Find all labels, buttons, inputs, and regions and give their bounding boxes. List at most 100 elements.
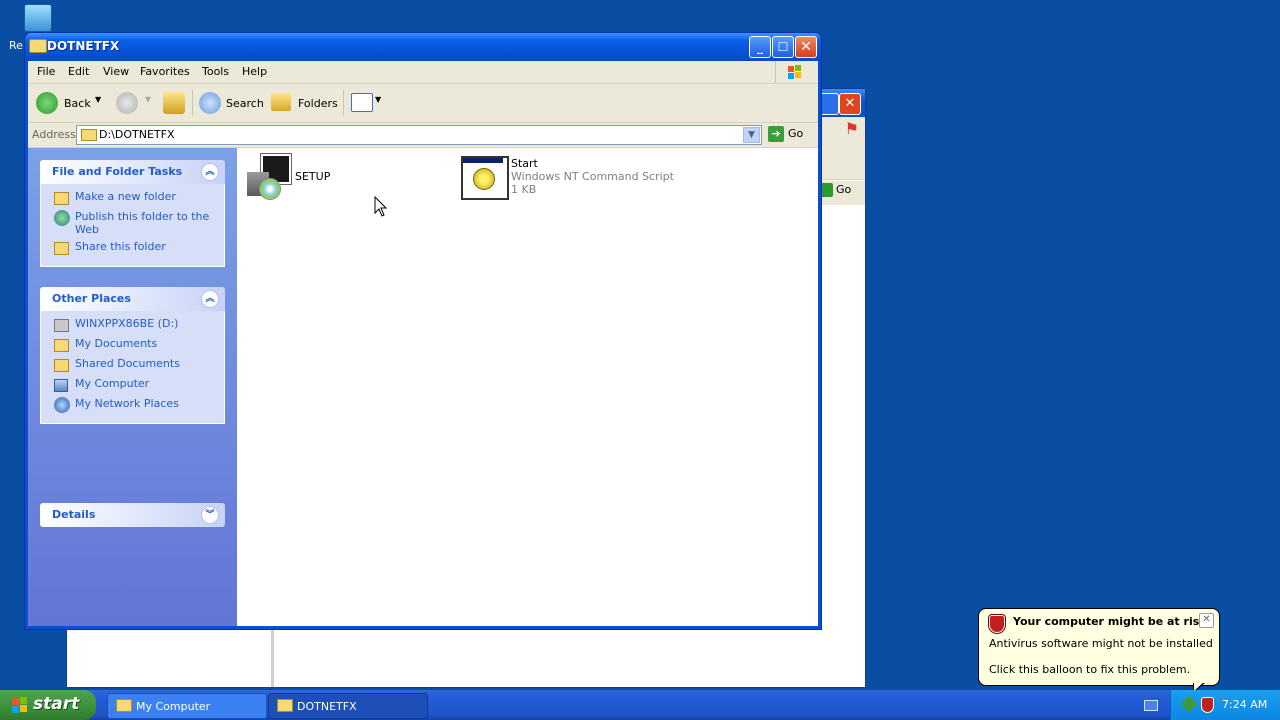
task-publish-web[interactable]: Publish this folder to the Web	[41, 210, 224, 240]
folder-icon	[29, 39, 47, 53]
drive-icon	[54, 319, 69, 332]
address-value: D:\DOTNETFX	[99, 128, 175, 141]
menu-edit[interactable]: Edit	[68, 65, 89, 78]
place-my-documents[interactable]: My Documents	[41, 337, 224, 357]
close-icon[interactable]: ✕	[1199, 613, 1214, 628]
details-panel: Details ︾	[40, 503, 225, 527]
minimize-button[interactable]: _	[749, 36, 771, 58]
window-body: File Edit View Favorites Tools Help Back…	[28, 61, 818, 626]
keyboard-icon[interactable]	[1144, 700, 1158, 711]
up-folder-icon[interactable]	[163, 92, 185, 114]
panel-header[interactable]: Details ︾	[40, 503, 225, 527]
place-label: WINXPPX86BE (D:)	[75, 317, 179, 330]
chevron-down-icon[interactable]: ▼	[743, 127, 760, 143]
file-size: 1 KB	[511, 183, 537, 196]
balloon-message: Antivirus software might not be installe…	[989, 637, 1213, 650]
collapse-icon[interactable]: ︽	[201, 163, 219, 181]
place-label: My Documents	[75, 337, 158, 350]
command-script-icon	[459, 154, 509, 202]
security-balloon[interactable]: Your computer might be at risk ✕ Antivir…	[978, 608, 1220, 686]
search-icon[interactable]	[199, 92, 221, 114]
forward-arrow-icon[interactable]	[116, 92, 138, 114]
recycle-bin-icon	[24, 4, 52, 32]
views-dropdown-icon[interactable]: ▼	[375, 95, 381, 104]
place-label: My Computer	[75, 377, 150, 390]
task-label: Make a new folder	[75, 190, 176, 203]
folders-button[interactable]: Folders	[298, 97, 338, 110]
security-shield-icon	[989, 615, 1005, 633]
task-pane: File and Folder Tasks ︽ Make a new folde…	[28, 148, 237, 626]
file-folder-tasks-panel: File and Folder Tasks ︽ Make a new folde…	[40, 160, 225, 267]
panel-title: File and Folder Tasks	[52, 165, 183, 178]
task-label: Publish this folder to the Web	[75, 210, 210, 236]
expand-icon[interactable]: ︾	[201, 506, 219, 524]
address-input[interactable]: D:\DOTNETFX ▼	[76, 125, 762, 145]
balloon-title: Your computer might be at risk	[1013, 615, 1207, 628]
panel-header[interactable]: File and Folder Tasks ︽	[40, 160, 225, 184]
window-titlebar[interactable]: DOTNETFX _ ☐ ✕	[25, 33, 821, 61]
panel-body: WINXPPX86BE (D:) My Documents Shared Doc…	[40, 311, 225, 424]
background-go-button[interactable]: Go	[819, 183, 851, 197]
window-title: DOTNETFX	[47, 39, 120, 53]
taskbar-clock[interactable]: 7:24 AM	[1222, 698, 1267, 711]
place-network-places[interactable]: My Network Places	[41, 397, 224, 417]
toolbar: Back ▼ ▼ Search Folders ▼	[28, 84, 818, 123]
file-view[interactable]: SETUP Start Windows NT Command Script 1 …	[237, 148, 818, 626]
network-tray-icon[interactable]	[1180, 695, 1198, 713]
file-item-setup[interactable]: SETUP	[243, 154, 343, 204]
taskbar-item-dotnetfx[interactable]: DOTNETFX	[268, 693, 428, 719]
menu-file[interactable]: File	[37, 65, 55, 78]
back-label[interactable]: Back	[64, 97, 91, 110]
close-icon[interactable]: ✕	[839, 93, 861, 115]
globe-icon	[54, 210, 70, 226]
panel-title: Details	[52, 508, 96, 521]
recycle-bin-label: Re	[9, 39, 23, 52]
task-label: Share this folder	[75, 240, 166, 253]
documents-folder-icon	[54, 339, 69, 352]
views-icon[interactable]	[351, 93, 373, 112]
close-button[interactable]: ✕	[795, 36, 817, 58]
collapse-icon[interactable]: ︽	[201, 290, 219, 308]
file-item-start[interactable]: Start Windows NT Command Script 1 KB	[459, 154, 679, 204]
balloon-action-text: Click this balloon to fix this problem.	[989, 663, 1191, 676]
folder-icon	[81, 129, 97, 141]
windows-flag-icon: ⚑	[844, 119, 859, 138]
forward-dropdown-icon: ▼	[145, 95, 152, 104]
panel-body: Make a new folder Publish this folder to…	[40, 184, 225, 267]
panel-header[interactable]: Other Places ︽	[40, 287, 225, 311]
computer-icon	[54, 379, 68, 392]
toolbar-separator	[343, 90, 344, 116]
place-shared-documents[interactable]: Shared Documents	[41, 357, 224, 377]
security-shield-icon[interactable]	[1201, 697, 1214, 713]
menu-help[interactable]: Help	[242, 65, 267, 78]
task-make-new-folder[interactable]: Make a new folder	[41, 190, 224, 210]
place-drive-d[interactable]: WINXPPX86BE (D:)	[41, 317, 224, 337]
task-share-folder[interactable]: Share this folder	[41, 240, 224, 260]
other-places-panel: Other Places ︽ WINXPPX86BE (D:) My Docum…	[40, 287, 225, 424]
back-dropdown-icon[interactable]: ▼	[95, 95, 101, 104]
shared-folder-icon	[54, 359, 69, 372]
taskbar-item-my-computer[interactable]: My Computer	[107, 693, 267, 719]
menu-view[interactable]: View	[103, 65, 129, 78]
go-button[interactable]: ➔ Go	[768, 126, 803, 142]
file-name: SETUP	[295, 170, 331, 183]
place-my-computer[interactable]: My Computer	[41, 377, 224, 397]
address-label: Address	[32, 128, 76, 141]
address-bar: Address D:\DOTNETFX ▼ ➔ Go	[28, 123, 818, 148]
network-icon	[54, 397, 70, 413]
maximize-button[interactable]: ☐	[772, 36, 794, 58]
place-label: My Network Places	[75, 397, 179, 410]
toolbar-separator	[192, 90, 193, 116]
maximize-icon: ☐	[777, 40, 789, 54]
start-button[interactable]: start	[0, 690, 96, 720]
menu-tools[interactable]: Tools	[202, 65, 229, 78]
menubar: File Edit View Favorites Tools Help	[28, 61, 818, 84]
file-name: Start	[511, 157, 538, 170]
explorer-window[interactable]: DOTNETFX _ ☐ ✕ File Edit View Favorites …	[24, 32, 822, 630]
back-arrow-icon[interactable]	[36, 92, 58, 114]
windows-flag-icon	[775, 61, 812, 83]
menu-favorites[interactable]: Favorites	[140, 65, 190, 78]
search-button[interactable]: Search	[226, 97, 264, 110]
folders-icon[interactable]	[271, 93, 291, 111]
folder-icon	[116, 699, 132, 712]
